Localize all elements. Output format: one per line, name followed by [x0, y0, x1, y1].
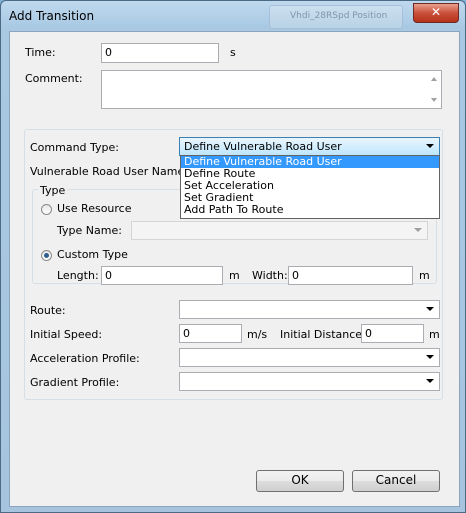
initial-speed-label: Initial Speed: — [30, 328, 103, 341]
command-type-label: Command Type: — [30, 141, 120, 154]
close-icon: ✕ — [430, 5, 442, 19]
initial-distance-input[interactable]: 0 — [361, 324, 424, 343]
window-title: Add Transition — [9, 9, 95, 23]
dialog-window: Vhdi_28RSpd Position Add Transition ✕ Ti… — [0, 0, 466, 513]
scroll-down-icon[interactable] — [431, 98, 437, 102]
route-label: Route: — [30, 304, 66, 317]
type-name-select[interactable] — [131, 221, 428, 240]
initial-distance-unit: m — [429, 328, 440, 341]
custom-type-label: Custom Type — [57, 248, 128, 261]
length-label: Length: — [57, 269, 99, 282]
width-input[interactable]: 0 — [288, 266, 413, 285]
comment-label: Comment: — [25, 72, 83, 85]
close-button[interactable]: ✕ — [413, 3, 459, 23]
use-resource-label: Use Resource — [57, 202, 132, 215]
initial-distance-label: Initial Distance: — [280, 328, 366, 341]
initial-speed-unit: m/s — [247, 328, 268, 341]
time-unit: s — [230, 46, 236, 59]
width-unit: m — [419, 269, 430, 282]
time-label: Time: — [25, 46, 56, 59]
comment-textarea[interactable] — [101, 70, 442, 109]
acceleration-profile-select[interactable] — [179, 348, 440, 367]
chevron-down-icon — [426, 355, 434, 359]
width-label: Width: — [252, 269, 288, 282]
custom-type-radio[interactable] — [41, 250, 52, 261]
acceleration-profile-label: Acceleration Profile: — [30, 352, 140, 365]
scroll-up-icon[interactable] — [431, 77, 437, 81]
chevron-down-icon — [426, 379, 434, 383]
background-tab-text: Vhdi_28RSpd Position — [290, 11, 388, 21]
command-type-select[interactable]: Define Vulnerable Road User — [179, 137, 440, 156]
gradient-profile-label: Gradient Profile: — [30, 376, 120, 389]
chevron-down-icon — [426, 307, 434, 311]
gradient-profile-select[interactable] — [179, 372, 440, 391]
chevron-down-icon — [414, 228, 422, 232]
background-taskbar-tab: Vhdi_28RSpd Position — [269, 5, 403, 29]
cancel-button[interactable]: Cancel — [352, 470, 440, 492]
type-name-label: Type Name: — [57, 224, 122, 237]
time-input[interactable]: 0 — [101, 43, 219, 63]
route-select[interactable] — [179, 300, 440, 319]
length-input[interactable]: 0 — [101, 266, 223, 285]
initial-speed-input[interactable]: 0 — [179, 324, 242, 343]
command-type-dropdown-list: Define Vulnerable Road User Define Route… — [180, 155, 440, 219]
type-group-label: Type — [38, 184, 68, 197]
ok-button[interactable]: OK — [256, 470, 344, 492]
vru-name-label: Vulnerable Road User Name: — [30, 165, 188, 178]
dropdown-option-add-path-to-route[interactable]: Add Path To Route — [181, 204, 439, 216]
chevron-down-icon — [426, 144, 434, 148]
command-type-value: Define Vulnerable Road User — [184, 140, 342, 153]
use-resource-radio[interactable] — [41, 204, 52, 215]
dialog-client-area: Time: 0 s Comment: Command Type: Define … — [9, 31, 460, 507]
length-unit: m — [229, 269, 240, 282]
